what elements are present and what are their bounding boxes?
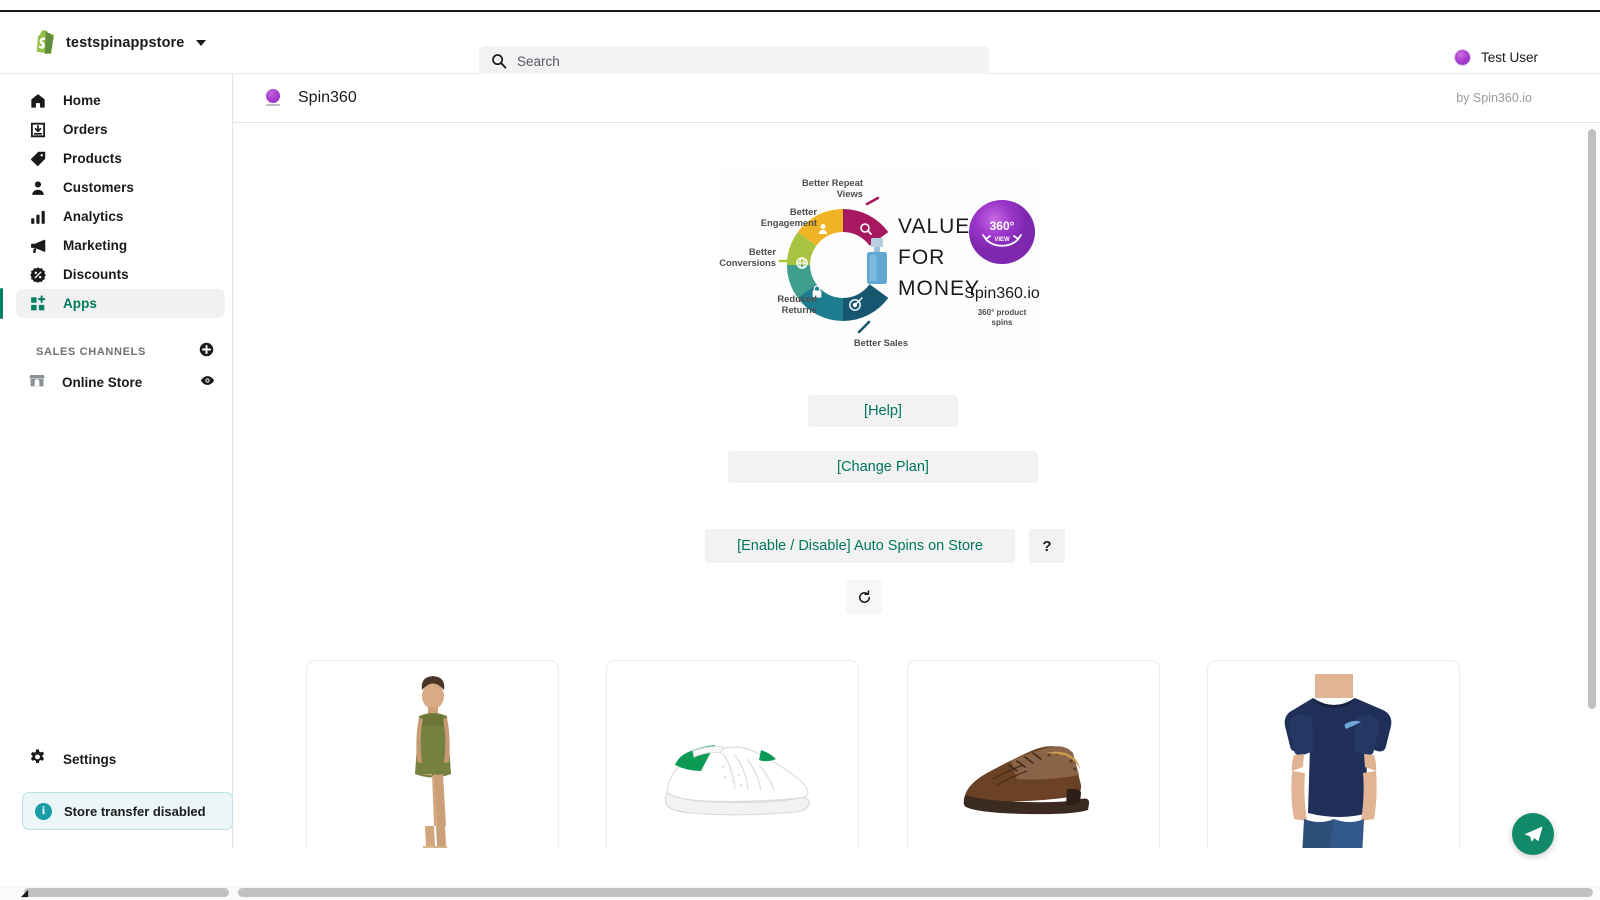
value-for-money-infographic: Better Repeat Views Better Engagement Be… [719,170,1041,360]
discounts-icon [28,265,47,284]
marketing-megaphone-icon [28,236,47,255]
app-frame: Spin360 by Spin360.io Better Repeat View… [233,74,1600,848]
sidebar-item-analytics[interactable]: Analytics [16,202,225,231]
help-button[interactable]: [Help] [808,395,958,427]
refresh-counterclockwise-icon [858,589,870,603]
app-byline: by Spin360.io [1456,91,1532,105]
eye-icon[interactable] [200,373,215,393]
orders-icon [28,120,47,139]
enable-disable-auto-spins-button[interactable]: [Enable / Disable] Auto Spins on Store [705,529,1015,563]
product-thumbnail-brogue [963,746,1090,815]
send-paper-plane-icon [1524,826,1542,841]
customers-icon [28,178,47,197]
sidebar-item-discounts[interactable]: Discounts [16,260,225,289]
svg-text:Returns: Returns [782,304,817,315]
sidebar-item-label: Home [63,93,101,108]
sidebar-horizontal-scrollbar-thumb[interactable] [24,888,229,897]
app-content: Better Repeat Views Better Engagement Be… [233,123,1600,848]
storefront-icon [28,371,46,394]
send-message-fab[interactable] [1512,813,1554,855]
spin360-logo-icon [265,89,281,107]
sidebar-item-label: Orders [63,122,108,137]
change-plan-button[interactable]: [Change Plan] [728,451,1038,483]
refresh-button[interactable] [846,580,882,614]
app-content-viewport: Better Repeat Views Better Engagement Be… [233,123,1600,848]
svg-text:spins: spins [992,318,1013,327]
store-name-label: testspinappstore [66,34,185,51]
svg-text:Better: Better [749,246,776,257]
product-card[interactable] [1207,660,1460,848]
svg-text:360°: 360° [990,219,1015,233]
sidebar-item-label: Online Store [62,375,143,390]
chevron-down-icon [196,39,207,46]
shopify-bag-logo-icon [36,30,54,55]
product-card[interactable] [907,660,1160,848]
product-card[interactable] [606,660,859,848]
product-card[interactable] [306,660,559,848]
user-menu[interactable]: Test User [1454,50,1538,65]
gear-icon [28,748,47,772]
svg-text:Better: Better [790,206,817,217]
app-title: Spin360 [298,89,357,106]
apps-grid-plus-icon [28,294,47,313]
sidebar-item-label: Marketing [63,238,128,253]
product-thumbnail-tshirt [1284,674,1391,848]
sidebar-nav: Home Orders Products Customers Analytics… [0,74,232,319]
sidebar-item-label: Analytics [63,209,124,224]
top-bar: testspinappstore Test User [0,12,1600,76]
sidebar-item-label: Settings [63,752,117,767]
store-transfer-banner[interactable]: i Store transfer disabled [22,792,233,830]
sidebar-item-settings[interactable]: Settings [16,745,217,774]
sidebar-item-customers[interactable]: Customers [16,173,225,202]
app-identity: Spin360 [233,89,357,107]
sidebar: Home Orders Products Customers Analytics… [0,74,233,848]
svg-text:Engagement: Engagement [761,217,817,228]
sidebar-item-marketing[interactable]: Marketing [16,231,225,260]
product-thumbnail-dress [414,676,451,848]
sidebar-item-products[interactable]: Products [16,144,225,173]
sidebar-item-home[interactable]: Home [16,86,225,115]
sidebar-item-apps[interactable]: Apps [0,288,225,319]
sales-channels-header: SALES CHANNELS [36,342,214,362]
svg-text:FOR: FOR [898,246,945,269]
main-horizontal-scrollbar-thumb[interactable] [238,888,1593,897]
sidebar-item-orders[interactable]: Orders [16,115,225,144]
analytics-bars-icon [28,207,47,226]
svg-text:Conversions: Conversions [719,257,776,268]
products-tag-icon [28,149,47,168]
svg-text:Reduced: Reduced [777,293,817,304]
svg-text:VIEW: VIEW [994,237,1010,243]
search-container [479,46,989,76]
search-input[interactable] [479,46,989,76]
product-thumbnail-sneaker [664,745,810,816]
sidebar-item-label: Products [63,151,122,166]
svg-text:360° product: 360° product [978,308,1027,317]
info-icon: i [35,802,52,820]
sidebar-item-label: Apps [63,296,97,311]
auto-spins-help-button[interactable]: ? [1029,529,1065,563]
home-icon [28,91,47,110]
sidebar-item-online-store[interactable]: Online Store [16,368,225,397]
avatar [1454,50,1470,65]
store-switcher[interactable]: testspinappstore [0,30,440,55]
search-icon [492,54,507,69]
product-card-row [233,660,1600,848]
sidebar-item-label: Customers [63,180,134,195]
svg-text:VALUE: VALUE [898,215,970,238]
app-header: Spin360 by Spin360.io [233,74,1600,123]
svg-text:Better Sales: Better Sales [854,337,908,348]
sales-channels-label: SALES CHANNELS [36,346,146,358]
content-vertical-scrollbar-thumb[interactable] [1588,129,1596,709]
svg-text:Spin360.io: Spin360.io [964,285,1040,302]
sidebar-item-label: Discounts [63,267,129,282]
resize-corner-icon [20,889,29,898]
svg-text:Better Repeat: Better Repeat [802,177,863,188]
svg-text:Views: Views [837,188,863,199]
store-transfer-label: Store transfer disabled [64,803,206,819]
user-name-label: Test User [1480,50,1538,65]
plus-circle-icon[interactable] [199,342,214,362]
